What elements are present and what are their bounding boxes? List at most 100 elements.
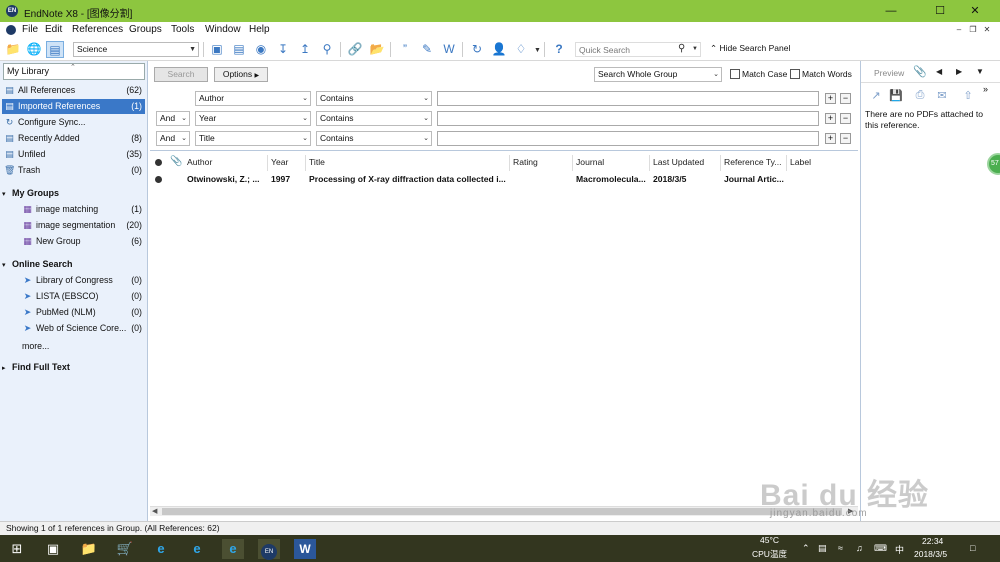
column-divider[interactable] [305,155,306,171]
scrollbar-thumb[interactable] [162,508,842,515]
search-bool-select[interactable]: And ⌄ [156,111,190,126]
more-online-link[interactable]: more... [22,341,49,351]
insert-citation-icon[interactable]: ” [396,41,414,58]
column-header-label[interactable]: Label [790,157,811,167]
options-button[interactable]: Options ▶ [214,67,268,82]
group-imported-references[interactable]: ▤ Imported References (1) [2,99,145,114]
endnote-taskbar-button[interactable]: EN [258,539,280,560]
group-share-icon[interactable]: ♢ [512,41,530,58]
search-value-input[interactable] [437,111,819,126]
document-icon[interactable] [6,25,16,35]
horizontal-scrollbar[interactable]: ◀ ▶ [150,506,858,516]
read-status-header-icon[interactable] [155,159,162,166]
online-library-of-congress[interactable]: ➤ Library of Congress (0) [22,273,145,288]
attachment-tab-icon[interactable]: 📎 [913,65,927,78]
preview-tab[interactable]: Preview [874,68,904,78]
sync-icon[interactable]: ↻ [468,41,486,58]
column-header-reference-type[interactable]: Reference Ty... [724,157,781,167]
search-bool-select[interactable]: And ⌄ [156,131,190,146]
search-value-input[interactable] [437,131,819,146]
find-full-text-icon[interactable]: ⚲ [318,41,336,58]
keyboard-icon[interactable]: ⌨ [874,543,887,554]
share-dropdown-icon[interactable]: ▼ [534,47,541,54]
menu-file[interactable]: File [22,24,38,35]
column-divider[interactable] [720,155,721,171]
group-unfiled[interactable]: ▤ Unfiled (35) [2,147,145,162]
search-value-input[interactable] [437,91,819,106]
chevron-down-icon[interactable]: ▼ [692,46,698,52]
search-scope-select[interactable]: Search Whole Group ⌄ [594,67,722,82]
copy-to-library-icon[interactable]: ▣ [208,41,226,58]
menu-window[interactable]: Window [205,24,241,35]
column-divider[interactable] [649,155,650,171]
cell-year[interactable]: 1997 [271,174,303,184]
add-row-icon[interactable]: + [825,113,836,124]
quick-search-input[interactable]: Quick Search ⚲ ▼ [575,42,701,57]
search-operator-select[interactable]: Contains ⌄ [316,91,432,106]
mdi-restore-icon[interactable]: ❐ [966,24,980,36]
menu-groups[interactable]: Groups [129,24,162,35]
wifi-icon[interactable]: ≈ [838,543,843,553]
column-divider[interactable] [786,155,787,171]
group-image-segmentation[interactable]: ▦ image segmentation (20) [22,218,145,233]
menu-help[interactable]: Help [249,24,270,35]
menu-edit[interactable]: Edit [45,24,62,35]
column-divider[interactable] [572,155,573,171]
ime-indicator[interactable]: 中 [895,543,904,556]
column-header-author[interactable]: Author [187,157,212,167]
search-field-select[interactable]: Author ⌄ [195,91,311,106]
group-trash[interactable]: 🗑 Trash (0) [2,163,145,178]
find-full-text-header[interactable]: ▸ Find Full Text [2,362,70,372]
save-icon[interactable]: 💾 [889,89,903,102]
volume-icon[interactable]: ♫ [856,543,863,553]
group-configure-sync[interactable]: ↻ Configure Sync... [2,115,145,130]
column-header-year[interactable]: Year [271,157,288,167]
match-case-checkbox[interactable] [730,69,740,79]
column-header-journal[interactable]: Journal [576,157,604,167]
edge-icon[interactable]: e [186,539,208,559]
menu-references[interactable]: References [72,24,123,35]
column-header-last-updated[interactable]: Last Updated [653,157,704,167]
expand-icon[interactable]: » [983,84,988,94]
cell-journal[interactable]: Macromolecula... [576,174,648,184]
remove-row-icon[interactable]: − [840,113,851,124]
search-field-select[interactable]: Year ⌄ [195,111,311,126]
clock-date[interactable]: 2018/3/5 [914,549,947,559]
new-reference-icon[interactable]: ▤ [230,41,248,58]
online-pubmed[interactable]: ➤ PubMed (NLM) (0) [22,305,145,320]
share-icon[interactable]: 👤 [490,41,508,58]
add-row-icon[interactable]: + [825,133,836,144]
export-icon[interactable]: ↥ [296,41,314,58]
store-icon[interactable]: 🛒 [114,539,136,559]
open-pdf-icon[interactable]: ↗ [869,89,883,102]
minimize-icon[interactable]: — [876,3,906,19]
format-bibliography-icon[interactable]: ✎ [418,41,436,58]
upload-icon[interactable]: ⇧ [961,89,975,102]
cell-title[interactable]: Processing of X-ray diffraction data col… [309,174,507,184]
windows-start-icon[interactable]: ⊞ [6,539,28,559]
match-words-checkbox[interactable] [790,69,800,79]
side-badge[interactable]: 57 [987,153,1000,175]
open-file-icon[interactable]: 📂 [368,41,386,58]
style-select[interactable]: Science ▼ [73,42,199,57]
tray-expand-icon[interactable]: ⌃ [802,543,810,554]
group-recently-added[interactable]: ▤ Recently Added (8) [2,131,145,146]
cell-last-updated[interactable]: 2018/3/5 [653,174,719,184]
next-icon[interactable]: ▶ [956,67,962,76]
search-icon[interactable]: ⚲ [678,43,685,54]
online-lista-ebsco[interactable]: ➤ LISTA (EBSCO) (0) [22,289,145,304]
open-link-icon[interactable]: 🔗 [346,41,364,58]
task-view-icon[interactable]: ▣ [42,539,64,559]
search-button[interactable]: Search [154,67,208,82]
group-image-matching[interactable]: ▦ image matching (1) [22,202,145,217]
column-divider[interactable] [509,155,510,171]
column-header-rating[interactable]: Rating [513,157,538,167]
online-search-mode-icon[interactable]: 🌐 [25,41,43,58]
menu-tools[interactable]: Tools [171,24,194,35]
email-icon[interactable]: ✉ [935,89,949,102]
word-icon[interactable]: W [440,41,458,58]
scroll-left-icon[interactable]: ◀ [152,507,157,515]
group-new-group[interactable]: ▦ New Group (6) [22,234,145,249]
panel-menu-icon[interactable]: ▼ [976,67,984,76]
print-icon[interactable]: ⎙ [913,89,927,102]
